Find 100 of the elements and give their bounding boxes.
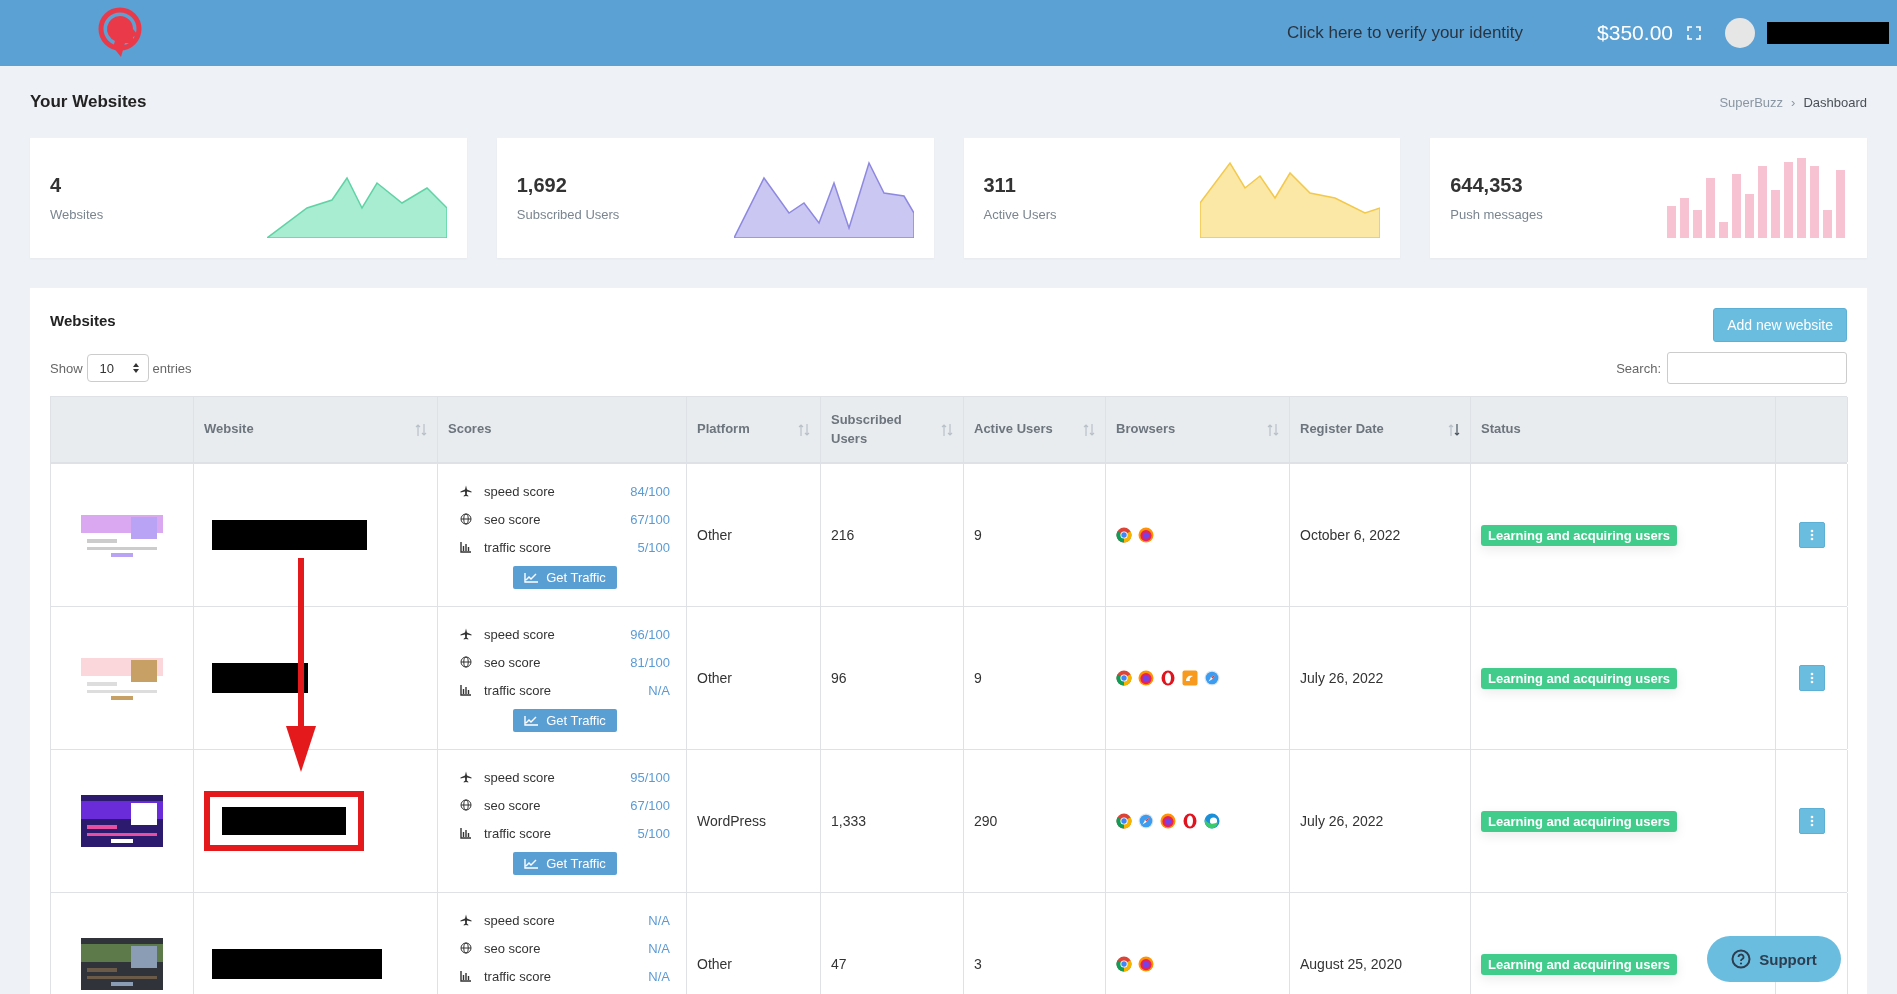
more-icon: [1809, 529, 1814, 541]
dropdown-arrows-icon: [131, 362, 140, 374]
trend-icon: [524, 572, 539, 583]
page-title: Your Websites: [30, 92, 148, 112]
bar-chart-icon: [460, 684, 472, 696]
score-value: 67/100: [630, 797, 670, 813]
score-label: seo score: [484, 797, 542, 813]
score-label: speed score: [484, 912, 556, 928]
help-icon: [1731, 949, 1752, 969]
status-badge: Learning and acquiring users: [1481, 667, 1678, 689]
score-label: speed score: [484, 769, 556, 785]
globe-icon: [460, 942, 472, 954]
score-label: traffic score: [484, 539, 552, 555]
table-cell: July 26, 2022: [1300, 670, 1384, 686]
add-website-button[interactable]: Add new website: [1713, 308, 1847, 342]
score-value: 84/100: [630, 483, 670, 499]
search-label: Search:: [1616, 360, 1661, 376]
more-menu-button[interactable]: [1798, 522, 1825, 548]
score-value: 5/100: [637, 539, 670, 555]
browser-icon: [1116, 813, 1132, 829]
score-label: seo score: [484, 940, 542, 956]
status-badge: Learning and acquiring users: [1481, 810, 1678, 832]
score-label: speed score: [484, 626, 556, 642]
table-cell: Other: [697, 670, 732, 686]
verify-identity-link[interactable]: Click here to verify your identity: [1286, 23, 1524, 43]
avatar[interactable]: [1725, 18, 1755, 48]
score-label: traffic score: [484, 825, 552, 841]
table-cell: August 25, 2020: [1300, 956, 1402, 972]
score-label: speed score: [484, 483, 556, 499]
fullscreen-icon[interactable]: [1687, 26, 1701, 40]
get-traffic-button[interactable]: Get Traffic: [513, 709, 617, 732]
score-value: 95/100: [630, 769, 670, 785]
browser-icon: [1204, 813, 1220, 829]
status-badge: Learning and acquiring users: [1481, 524, 1678, 546]
browser-icon: [1138, 527, 1154, 543]
search-field[interactable]: [1667, 352, 1847, 384]
browser-icon: [1138, 670, 1154, 686]
table-cell: WordPress: [697, 813, 766, 829]
table-cell: Other: [697, 956, 732, 972]
browser-icon: [1116, 956, 1132, 972]
breadcrumb-item[interactable]: SuperBuzz: [1719, 94, 1784, 110]
trend-icon: [524, 858, 539, 869]
browser-icon: [1160, 670, 1176, 686]
stat-value: 644,353: [1450, 174, 1524, 197]
browser-icon: [1116, 527, 1132, 543]
table-cell: 9: [974, 527, 982, 543]
stat-label: Websites: [50, 207, 105, 222]
column-header: Status: [1481, 420, 1522, 439]
breadcrumb-separator: ›: [1791, 94, 1796, 110]
score-label: seo score: [484, 654, 542, 670]
airplane-icon: [460, 628, 472, 640]
browser-icon: [1138, 956, 1154, 972]
table-cell: October 6, 2022: [1300, 527, 1401, 543]
column-header[interactable]: Register Date: [1300, 420, 1448, 439]
airplane-icon: [460, 485, 472, 497]
score-value: 5/100: [637, 825, 670, 841]
score-value: N/A: [648, 912, 670, 928]
table-cell: July 26, 2022: [1300, 813, 1384, 829]
browser-icon: [1182, 670, 1198, 686]
table-cell: 216: [831, 527, 855, 543]
support-button[interactable]: Support: [1707, 936, 1841, 982]
column-header[interactable]: Active Users: [974, 420, 1083, 439]
airplane-icon: [460, 771, 472, 783]
sort-icon[interactable]: [1448, 422, 1460, 437]
globe-icon: [460, 799, 472, 811]
score-value: 96/100: [630, 626, 670, 642]
browser-icon: [1138, 813, 1154, 829]
column-header[interactable]: Subscribed Users: [831, 411, 941, 448]
show-label: Show: [50, 360, 83, 376]
table-cell: 3: [974, 956, 982, 972]
column-header[interactable]: Platform: [697, 420, 798, 439]
browser-icon: [1160, 813, 1176, 829]
browser-icon: [1116, 670, 1132, 686]
stat-label: Active Users: [983, 207, 1058, 222]
column-header[interactable]: Website: [204, 420, 415, 439]
table-cell: 1,333: [831, 813, 867, 829]
get-traffic-button[interactable]: Get Traffic: [513, 852, 617, 875]
browser-icon: [1182, 813, 1198, 829]
score-value: N/A: [648, 968, 670, 984]
score-label: traffic score: [484, 682, 552, 698]
bar-chart-icon: [460, 970, 472, 982]
table-cell: 96: [831, 670, 847, 686]
entries-label: entries: [152, 360, 192, 376]
more-menu-button[interactable]: [1798, 665, 1825, 691]
score-value: N/A: [648, 682, 670, 698]
panel-title: Websites: [50, 312, 117, 329]
column-header[interactable]: Browsers: [1116, 420, 1267, 439]
balance: $350.00: [1597, 21, 1673, 45]
score-value: 67/100: [630, 511, 670, 527]
globe-icon: [460, 513, 472, 525]
table-cell: 9: [974, 670, 982, 686]
stat-value: 311: [983, 174, 1017, 197]
score-label: traffic score: [484, 968, 552, 984]
score-label: seo score: [484, 511, 542, 527]
get-traffic-button[interactable]: Get Traffic: [513, 566, 617, 589]
table-cell: 290: [974, 813, 998, 829]
globe-icon: [460, 656, 472, 668]
more-menu-button[interactable]: [1798, 808, 1825, 834]
column-header: Scores: [448, 420, 493, 439]
entries-select[interactable]: 10: [86, 354, 149, 382]
